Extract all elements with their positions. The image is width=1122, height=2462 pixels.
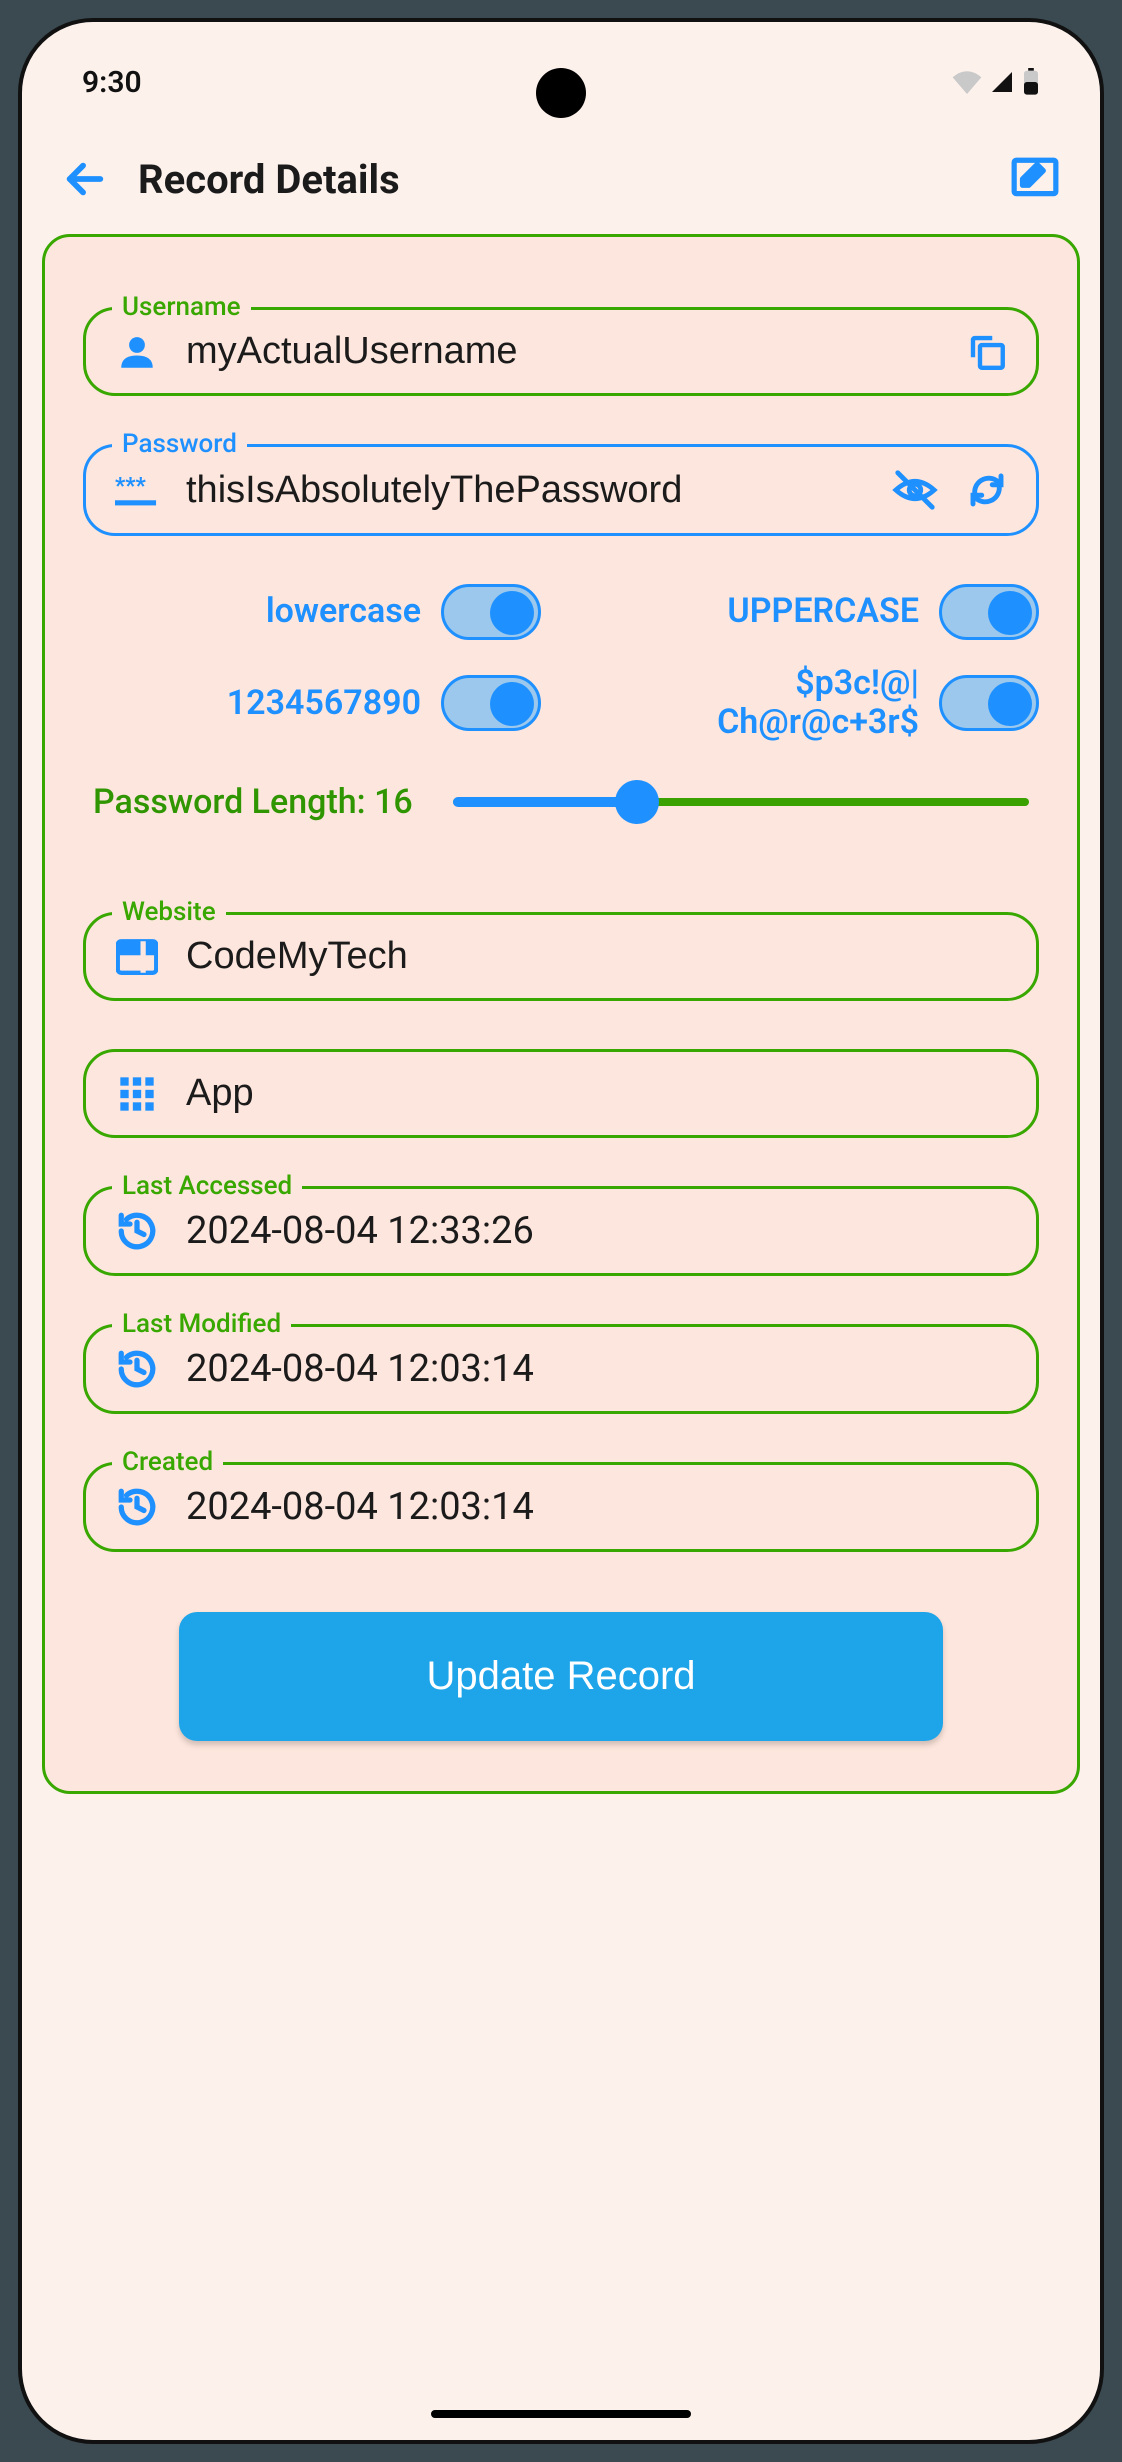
website-field[interactable]: Website — [83, 912, 1039, 1001]
update-record-button[interactable]: Update Record — [179, 1612, 944, 1741]
uppercase-label: UPPERCASE — [727, 592, 919, 631]
password-input[interactable] — [186, 469, 866, 512]
digits-label: 1234567890 — [227, 684, 421, 723]
back-icon[interactable] — [62, 156, 108, 202]
regenerate-password-button[interactable] — [966, 469, 1008, 511]
password-field[interactable]: Password *** — [83, 444, 1039, 536]
last-accessed-label: Last Accessed — [112, 1171, 302, 1201]
history-icon — [114, 1486, 160, 1528]
username-input[interactable] — [186, 330, 940, 373]
password-length-row: Password Length: 16 — [83, 782, 1039, 822]
lowercase-label: lowercase — [266, 592, 421, 631]
password-options: lowercase UPPERCASE 1234567890 $p3c!@| C… — [83, 584, 1039, 742]
password-label: Password — [112, 429, 247, 459]
created-field: Created 2024-08-04 12:03:14 — [83, 1462, 1039, 1552]
toggle-lowercase: lowercase — [83, 584, 541, 640]
app-input[interactable] — [186, 1072, 1008, 1115]
home-indicator[interactable] — [431, 2410, 691, 2418]
toggle-special: $p3c!@| Ch@r@c+3r$ — [581, 664, 1039, 742]
last-modified-field: Last Modified 2024-08-04 12:03:14 — [83, 1324, 1039, 1414]
web-icon — [114, 939, 160, 975]
status-time: 9:30 — [82, 65, 142, 100]
created-label: Created — [112, 1447, 223, 1477]
apps-icon — [114, 1074, 160, 1114]
username-label: Username — [112, 292, 251, 322]
created-value: 2024-08-04 12:03:14 — [186, 1485, 1008, 1529]
username-field[interactable]: Username — [83, 307, 1039, 396]
password-length-slider[interactable] — [453, 782, 1029, 822]
camera-cutout — [536, 68, 586, 118]
battery-icon — [1022, 68, 1040, 96]
signal-icon — [988, 70, 1016, 94]
password-icon: *** — [114, 470, 160, 510]
last-modified-label: Last Modified — [112, 1309, 291, 1339]
last-accessed-value: 2024-08-04 12:33:26 — [186, 1209, 1008, 1253]
wifi-icon — [952, 70, 982, 94]
toggle-visibility-button[interactable] — [892, 467, 938, 513]
person-icon — [114, 331, 160, 373]
record-card: Username Password *** — [42, 234, 1080, 1794]
history-icon — [114, 1348, 160, 1390]
last-modified-value: 2024-08-04 12:03:14 — [186, 1347, 1008, 1391]
app-field[interactable] — [83, 1049, 1039, 1138]
history-icon — [114, 1210, 160, 1252]
app-bar: Record Details — [22, 142, 1100, 234]
lowercase-switch[interactable] — [441, 584, 541, 640]
digits-switch[interactable] — [441, 675, 541, 731]
svg-text:***: *** — [115, 474, 146, 499]
copy-username-button[interactable] — [966, 331, 1008, 373]
edit-note-icon[interactable] — [1010, 154, 1060, 204]
last-accessed-field: Last Accessed 2024-08-04 12:33:26 — [83, 1186, 1039, 1276]
toggle-digits: 1234567890 — [83, 664, 541, 742]
special-switch[interactable] — [939, 675, 1039, 731]
page-title: Record Details — [138, 156, 980, 203]
website-input[interactable] — [186, 935, 1008, 978]
uppercase-switch[interactable] — [939, 584, 1039, 640]
toggle-uppercase: UPPERCASE — [581, 584, 1039, 640]
special-label: $p3c!@| Ch@r@c+3r$ — [717, 664, 919, 742]
website-label: Website — [112, 897, 226, 927]
password-length-label: Password Length: 16 — [93, 782, 413, 822]
